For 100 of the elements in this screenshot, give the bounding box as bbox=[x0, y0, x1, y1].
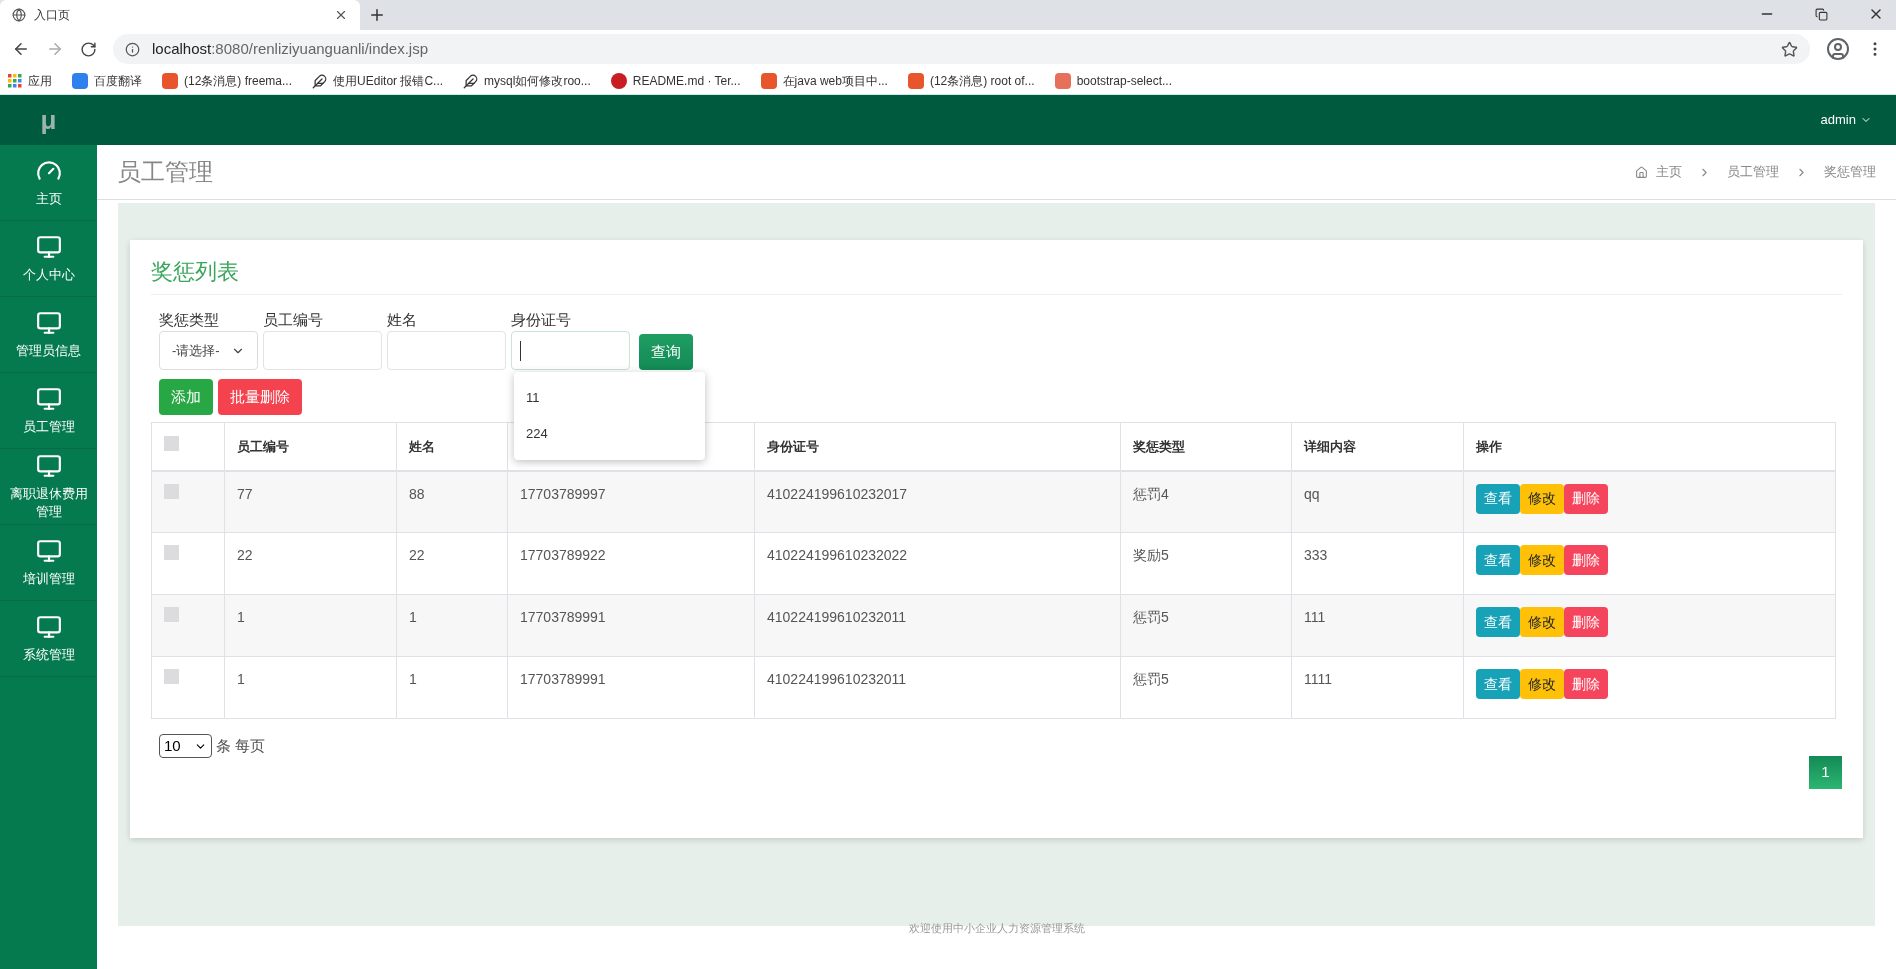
delete-button[interactable]: 删除 bbox=[1564, 483, 1608, 514]
profile-icon[interactable] bbox=[1826, 37, 1850, 61]
row-checkbox[interactable] bbox=[164, 545, 179, 560]
query-button[interactable]: 查询 bbox=[639, 334, 693, 370]
monitor-icon bbox=[35, 537, 62, 564]
breadcrumb-item[interactable]: 员工管理 bbox=[1727, 162, 1779, 182]
table-cell: 1111 bbox=[1304, 671, 1333, 687]
view-button[interactable]: 查看 bbox=[1476, 545, 1520, 575]
user-menu[interactable]: admin bbox=[1820, 110, 1872, 130]
apps-grid-icon bbox=[8, 74, 22, 88]
feather-icon bbox=[463, 73, 479, 89]
card-title: 奖惩列表 bbox=[151, 255, 1842, 295]
select-all-checkbox[interactable] bbox=[164, 435, 179, 451]
footer-text: 欢迎使用中小企业人力资源管理系统 bbox=[908, 921, 1085, 936]
back-icon[interactable] bbox=[12, 40, 30, 58]
row-checkbox[interactable] bbox=[164, 669, 179, 684]
column-header: 姓名 bbox=[409, 438, 435, 454]
sidebar-label: 主页 bbox=[34, 189, 63, 208]
view-button[interactable]: 查看 bbox=[1476, 483, 1520, 514]
sidebar-item[interactable]: 培训管理 bbox=[0, 525, 97, 601]
input-field[interactable] bbox=[511, 331, 630, 370]
bookmark-link[interactable]: bootstrap-select... bbox=[1076, 72, 1172, 90]
table-cell: 惩罚4 bbox=[1133, 485, 1169, 502]
row-checkbox[interactable] bbox=[164, 483, 179, 499]
edit-button[interactable]: 修改 bbox=[1520, 607, 1564, 637]
filter-label: 姓名 bbox=[387, 310, 418, 330]
row-checkbox[interactable] bbox=[164, 607, 179, 622]
new-tab-icon[interactable] bbox=[368, 6, 386, 24]
translate-icon bbox=[72, 73, 88, 89]
bookmark-link[interactable]: 百度翻译 bbox=[94, 72, 142, 90]
breadcrumb-item: 奖惩管理 bbox=[1824, 163, 1876, 182]
column-header: 操作 bbox=[1476, 438, 1502, 454]
home-icon bbox=[1635, 165, 1648, 179]
table-cell: qq bbox=[1304, 485, 1320, 502]
monitor-icon bbox=[35, 309, 62, 336]
type-select[interactable]: -请选择- bbox=[159, 331, 258, 370]
table-cell: 1 bbox=[409, 671, 417, 687]
view-button[interactable]: 查看 bbox=[1476, 669, 1520, 699]
sidebar-item[interactable]: 管理员信息 bbox=[0, 297, 97, 373]
bookmark-star-icon[interactable] bbox=[1781, 40, 1798, 58]
bookmark-link[interactable]: (12条消息) freema... bbox=[184, 72, 293, 90]
table-cell: 惩罚5 bbox=[1133, 609, 1169, 625]
table-cell: 17703789997 bbox=[520, 485, 606, 502]
page-button[interactable]: 1 bbox=[1809, 756, 1842, 789]
filter-label: 奖惩类型 bbox=[159, 310, 220, 330]
table-cell: 22 bbox=[237, 547, 253, 563]
sidebar-item[interactable]: 离职退休费用管理 bbox=[0, 449, 97, 525]
delete-button[interactable]: 删除 bbox=[1564, 607, 1608, 637]
globe-icon bbox=[12, 8, 26, 22]
page-size-label: 条 每页 bbox=[216, 735, 266, 756]
column-header: 身份证号 bbox=[767, 438, 819, 454]
feather-icon bbox=[312, 73, 328, 89]
suggestion-item[interactable]: 224 bbox=[514, 416, 705, 452]
add-button[interactable]: 添加 bbox=[159, 379, 213, 415]
table-cell: 410224199610232017 bbox=[767, 485, 908, 502]
batch-delete-button[interactable]: 批量删除 bbox=[218, 379, 302, 415]
c-logo-icon bbox=[760, 73, 777, 89]
table-cell: 410224199610232011 bbox=[767, 671, 907, 687]
bookmark-link[interactable]: README.md · Ter... bbox=[632, 72, 741, 90]
sidebar-item[interactable]: 员工管理 bbox=[0, 373, 97, 449]
breadcrumb-item[interactable]: 主页 bbox=[1656, 162, 1682, 182]
c-logo-icon bbox=[162, 73, 178, 89]
bookmark-link[interactable]: 在java web项目中... bbox=[782, 72, 888, 90]
table-cell: 1 bbox=[237, 671, 245, 687]
input-field[interactable] bbox=[263, 331, 382, 370]
reload-icon[interactable] bbox=[80, 40, 97, 58]
column-header: 员工编号 bbox=[237, 438, 289, 454]
sidebar-item[interactable]: 个人中心 bbox=[0, 221, 97, 297]
browser-tab[interactable]: 入口页 bbox=[0, 0, 360, 30]
page-size-select[interactable]: 10 bbox=[159, 734, 212, 758]
suggestion-item[interactable]: 11 bbox=[514, 380, 705, 416]
table-cell: 17703789991 bbox=[520, 609, 606, 625]
bookmark-link[interactable]: 应用 bbox=[28, 72, 52, 90]
sidebar-label: 个人中心 bbox=[21, 265, 76, 284]
table-cell: 17703789991 bbox=[520, 671, 606, 687]
edit-button[interactable]: 修改 bbox=[1520, 545, 1564, 575]
table-cell: 惩罚5 bbox=[1133, 671, 1169, 687]
info-icon bbox=[125, 41, 140, 57]
close-icon[interactable] bbox=[334, 8, 348, 22]
jian-logo-icon bbox=[1054, 73, 1071, 89]
table-cell: 1 bbox=[409, 609, 417, 625]
delete-button[interactable]: 删除 bbox=[1564, 669, 1608, 699]
bookmark-link[interactable]: mysql如何修改roo... bbox=[484, 72, 591, 90]
sidebar-item[interactable]: 系统管理 bbox=[0, 601, 97, 677]
sidebar-label: 培训管理 bbox=[21, 569, 76, 588]
text-cursor bbox=[520, 340, 521, 361]
restore-icon[interactable] bbox=[1815, 7, 1828, 21]
bookmark-link[interactable]: 使用UEditor 报错C... bbox=[333, 72, 444, 90]
delete-button[interactable]: 删除 bbox=[1564, 545, 1608, 575]
monitor-icon bbox=[35, 385, 62, 412]
table-cell: 410224199610232022 bbox=[767, 547, 908, 563]
address-bar[interactable]: localhost:8080/renliziyuanguanli/index.jsp bbox=[113, 34, 1810, 64]
view-button[interactable]: 查看 bbox=[1476, 607, 1520, 637]
edit-button[interactable]: 修改 bbox=[1520, 669, 1564, 699]
bookmark-link[interactable]: (12条消息) root of... bbox=[929, 72, 1035, 90]
input-field[interactable] bbox=[387, 331, 506, 370]
table-cell: 奖励5 bbox=[1133, 547, 1169, 563]
edit-button[interactable]: 修改 bbox=[1520, 483, 1564, 514]
page-title: 员工管理 bbox=[117, 157, 213, 187]
table-cell: 77 bbox=[237, 485, 253, 502]
